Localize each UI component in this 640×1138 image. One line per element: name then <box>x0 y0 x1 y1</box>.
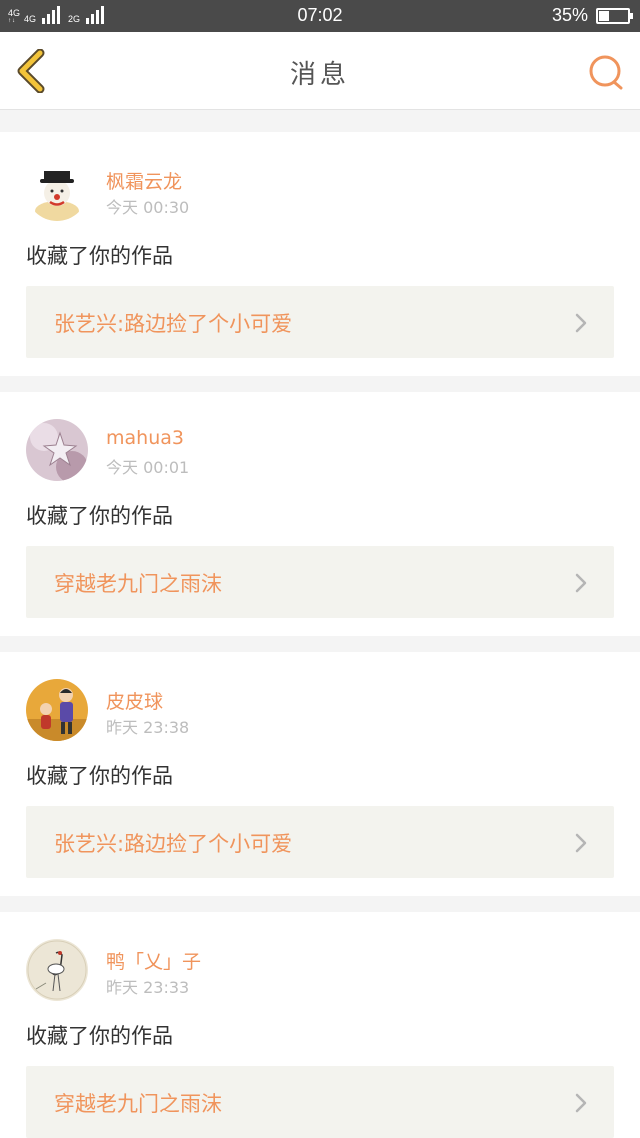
avatar[interactable] <box>26 419 88 481</box>
cartoon-kids-avatar-icon <box>26 679 88 741</box>
status-bar: 4G ↑↓ 4G 2G 07:02 35% <box>0 0 640 32</box>
work-title: 张艺兴:路边捡了个小可爱 <box>54 312 293 336</box>
battery-fill <box>599 10 609 21</box>
crane-painting-avatar-icon <box>26 939 88 1001</box>
message-card: 枫霜云龙 今天 00:30 收藏了你的作品 张艺兴:路边捡了个小可爱 <box>0 132 640 376</box>
avatar[interactable] <box>26 159 88 221</box>
action-text: 收藏了你的作品 <box>26 1024 173 1048</box>
work-title: 穿越老九门之雨沫 <box>54 572 222 596</box>
search-button[interactable] <box>586 52 626 92</box>
work-link[interactable]: 穿越老九门之雨沫 <box>26 1066 614 1138</box>
work-link[interactable]: 穿越老九门之雨沫 <box>26 546 614 618</box>
username[interactable]: 鸭「乂」子 <box>106 947 201 974</box>
timestamp: 今天 00:01 <box>106 458 190 477</box>
message-card: 皮皮球 昨天 23:38 收藏了你的作品 张艺兴:路边捡了个小可爱 <box>0 652 640 896</box>
battery-status: 35% <box>551 5 633 26</box>
work-title: 张艺兴:路边捡了个小可爱 <box>54 832 293 856</box>
clock: 07:02 <box>297 5 343 25</box>
work-link[interactable]: 张艺兴:路边捡了个小可爱 <box>26 286 614 358</box>
chevron-right-icon <box>575 313 587 333</box>
header: 消息 <box>0 32 640 110</box>
battery-icon <box>596 7 633 24</box>
message-list: 枫霜云龙 今天 00:30 收藏了你的作品 张艺兴:路边捡了个小可爱 mahua… <box>0 132 640 1138</box>
username[interactable]: mahua3 <box>106 427 184 449</box>
message-card: mahua3 今天 00:01 收藏了你的作品 穿越老九门之雨沫 <box>0 392 640 636</box>
action-text: 收藏了你的作品 <box>26 244 173 268</box>
chevron-right-icon <box>575 573 587 593</box>
timestamp: 今天 00:30 <box>106 198 190 217</box>
page-title: 消息 <box>289 60 350 90</box>
action-text: 收藏了你的作品 <box>26 764 173 788</box>
work-title: 穿越老九门之雨沫 <box>54 1092 222 1116</box>
chevron-right-icon <box>575 833 587 853</box>
star-avatar-icon <box>26 419 88 481</box>
search-icon <box>589 55 623 90</box>
avatar[interactable] <box>26 939 88 1001</box>
message-card: 鸭「乂」子 昨天 23:33 收藏了你的作品 穿越老九门之雨沫 <box>0 912 640 1138</box>
username[interactable]: 枫霜云龙 <box>106 167 182 194</box>
avatar[interactable] <box>26 679 88 741</box>
battery-percent: 35% <box>551 5 588 25</box>
username[interactable]: 皮皮球 <box>106 687 163 714</box>
timestamp: 昨天 23:38 <box>106 718 190 737</box>
work-link[interactable]: 张艺兴:路边捡了个小可爱 <box>26 806 614 878</box>
action-text: 收藏了你的作品 <box>26 504 173 528</box>
clown-avatar-icon <box>26 159 88 221</box>
timestamp: 昨天 23:33 <box>106 978 190 997</box>
chevron-right-icon <box>575 1093 587 1113</box>
